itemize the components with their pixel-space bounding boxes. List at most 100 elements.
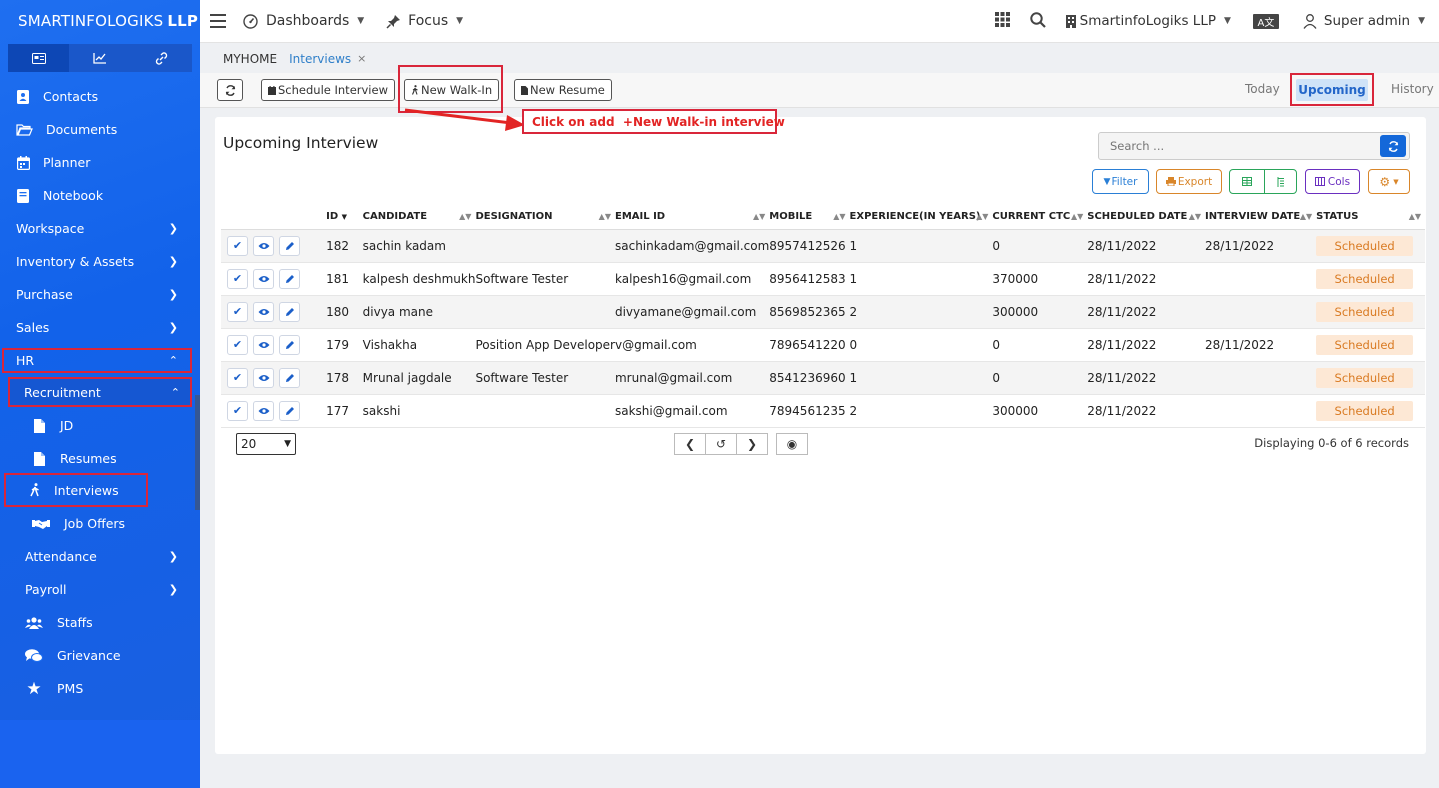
sidebar-item-notebook[interactable]: Notebook xyxy=(0,179,200,212)
table-row: ✔ 181 kalpesh deshmukh Software Tester kalpe… xyxy=(221,262,1425,296)
view-button[interactable] xyxy=(253,235,274,256)
edit-button[interactable] xyxy=(279,301,300,322)
approve-button[interactable]: ✔ xyxy=(227,235,248,256)
sidebar-scrollbar[interactable] xyxy=(195,395,200,510)
sidebar-item-inventory[interactable]: Inventory & Assets ❯ xyxy=(0,245,200,278)
sidebar-item-job-offers[interactable]: Job Offers xyxy=(0,507,200,540)
col-scheduled-date[interactable]: SCHEDULED DATE ▲▼ xyxy=(1087,205,1206,230)
cell-interview: 28/11/2022 xyxy=(1205,328,1317,362)
sidebar-item-staffs[interactable]: Staffs xyxy=(0,606,200,639)
col-status[interactable]: STATUS ▲▼ xyxy=(1316,205,1425,230)
search-refresh-button[interactable] xyxy=(1380,135,1406,157)
next-page-button[interactable]: ❯ xyxy=(736,433,768,455)
sidebar-item-grievance[interactable]: Grievance xyxy=(0,639,200,672)
sidebar-tab-links[interactable] xyxy=(131,44,192,72)
col-candidate[interactable]: CANDIDATE ▲▼ xyxy=(362,205,476,230)
sidebar-item-interviews[interactable]: Interviews xyxy=(4,473,148,507)
retweet-icon: ↺ xyxy=(715,437,727,451)
sidebar-item-label: HR xyxy=(16,353,35,368)
new-walkin-button[interactable]: New Walk-In xyxy=(404,79,500,101)
sidebar-item-purchase[interactable]: Purchase ❯ xyxy=(0,278,200,311)
sidebar-item-documents[interactable]: Documents xyxy=(0,113,200,146)
view-button[interactable] xyxy=(253,367,274,388)
dashboards-menu[interactable]: Dashboards ▼ xyxy=(243,13,364,29)
list-view-button[interactable] xyxy=(1264,169,1297,194)
cell-email: kalpesh16@gmail.com xyxy=(614,262,770,296)
schedule-interview-button[interactable]: Schedule Interview xyxy=(261,79,395,101)
refresh-button[interactable] xyxy=(217,79,243,101)
approve-button[interactable]: ✔ xyxy=(227,301,248,322)
tab-history[interactable]: History xyxy=(1391,82,1434,96)
apps-grid-button[interactable] xyxy=(994,12,1010,30)
chevron-right-icon: ❯ xyxy=(168,321,178,334)
sidebar-item-attendance[interactable]: Attendance ❯ xyxy=(0,540,200,573)
edit-button[interactable] xyxy=(279,367,300,388)
settings-button[interactable]: ⚙ ▼ xyxy=(1368,169,1410,194)
col-experience[interactable]: EXPERIENCE(IN YEARS) ▲▼ xyxy=(849,205,993,230)
company-selector[interactable]: SmartinfoLogiks LLP ▼ xyxy=(1065,13,1231,29)
approve-button[interactable]: ✔ xyxy=(227,367,248,388)
col-id[interactable]: ID ▼ xyxy=(326,205,363,230)
new-resume-button[interactable]: New Resume xyxy=(514,79,612,101)
schedule-interview-label: Schedule Interview xyxy=(278,83,388,97)
page-size-select[interactable]: 20 ▼ xyxy=(236,433,296,455)
prev-page-button[interactable]: ❮ xyxy=(674,433,706,455)
user-menu[interactable]: Super admin ▼ xyxy=(1303,13,1425,29)
sidebar-item-planner[interactable]: Planner xyxy=(0,146,200,179)
edit-button[interactable] xyxy=(279,400,300,421)
approve-button[interactable]: ✔ xyxy=(227,268,248,289)
col-mobile[interactable]: MOBILE ▲▼ xyxy=(769,205,850,230)
status-badge: Scheduled xyxy=(1316,400,1414,421)
sidebar-item-pms[interactable]: ★ PMS xyxy=(0,672,200,705)
sidebar-item-jd[interactable]: JD xyxy=(0,409,200,442)
sidebar-tab-modules[interactable] xyxy=(8,44,70,72)
sidebar-item-resumes[interactable]: Resumes xyxy=(0,442,200,475)
sidebar-item-label: Attendance xyxy=(25,549,97,564)
brand-suffix: LLP xyxy=(167,12,199,30)
breadcrumb-home[interactable]: MYHOME xyxy=(223,52,277,66)
menu-toggle[interactable] xyxy=(210,14,226,28)
table-view-button[interactable] xyxy=(1229,169,1265,194)
columns-button[interactable]: Cols xyxy=(1305,169,1360,194)
sidebar-item-recruitment[interactable]: Recruitment ⌃ xyxy=(8,377,192,407)
edit-button[interactable] xyxy=(279,334,300,355)
sidebar-item-hr[interactable]: HR ⌃ xyxy=(2,348,192,373)
export-button[interactable]: Export xyxy=(1156,169,1222,194)
close-tab-icon[interactable]: × xyxy=(357,52,366,65)
focus-label: Focus xyxy=(408,13,449,29)
view-button[interactable] xyxy=(253,400,274,421)
target-page-button[interactable]: ◉ xyxy=(776,433,808,455)
sidebar-tab-charts[interactable] xyxy=(69,44,130,72)
interview-card: Upcoming Interview ▼ Filter Export Cols … xyxy=(215,117,1426,754)
col-interview-date[interactable]: INTERVIEW DATE ▲▼ xyxy=(1205,205,1317,230)
caret-down-icon: ▼ xyxy=(456,16,464,26)
sidebar-item-workspace[interactable]: Workspace ❯ xyxy=(0,212,200,245)
col-email[interactable]: EMAIL ID ▲▼ xyxy=(614,205,770,230)
sidebar-item-payroll[interactable]: Payroll ❯ xyxy=(0,573,200,606)
new-walkin-label: New Walk-In xyxy=(421,83,493,97)
annotation-callout: Click on add +New Walk-in interview xyxy=(522,109,785,134)
view-button[interactable] xyxy=(253,334,274,355)
brand-logo[interactable]: SMARTINFOLOGIKS LLP xyxy=(0,0,200,42)
breadcrumb-current[interactable]: Interviews xyxy=(289,52,351,66)
reload-page-button[interactable]: ↺ xyxy=(705,433,737,455)
approve-button[interactable]: ✔ xyxy=(227,400,248,421)
cell-status: Scheduled xyxy=(1316,295,1425,329)
filter-button[interactable]: ▼ Filter xyxy=(1092,169,1149,194)
col-ctc[interactable]: CURRENT CTC ▲▼ xyxy=(992,205,1088,230)
view-button[interactable] xyxy=(253,301,274,322)
search-input[interactable] xyxy=(1099,133,1380,159)
edit-button[interactable] xyxy=(279,235,300,256)
approve-button[interactable]: ✔ xyxy=(227,334,248,355)
search-button[interactable] xyxy=(1029,11,1046,31)
tab-upcoming[interactable]: Upcoming xyxy=(1296,79,1368,101)
sidebar-item-contacts[interactable]: Contacts xyxy=(0,80,200,113)
focus-menu[interactable]: Focus ▼ xyxy=(386,13,463,29)
tab-today[interactable]: Today xyxy=(1245,82,1280,96)
edit-button[interactable] xyxy=(279,268,300,289)
sidebar-item-sales[interactable]: Sales ❯ xyxy=(0,311,200,344)
language-button[interactable]: A文 xyxy=(1252,13,1279,29)
cell-email: v@gmail.com xyxy=(614,328,770,362)
col-designation[interactable]: DESIGNATION ▲▼ xyxy=(475,205,615,230)
view-button[interactable] xyxy=(253,268,274,289)
